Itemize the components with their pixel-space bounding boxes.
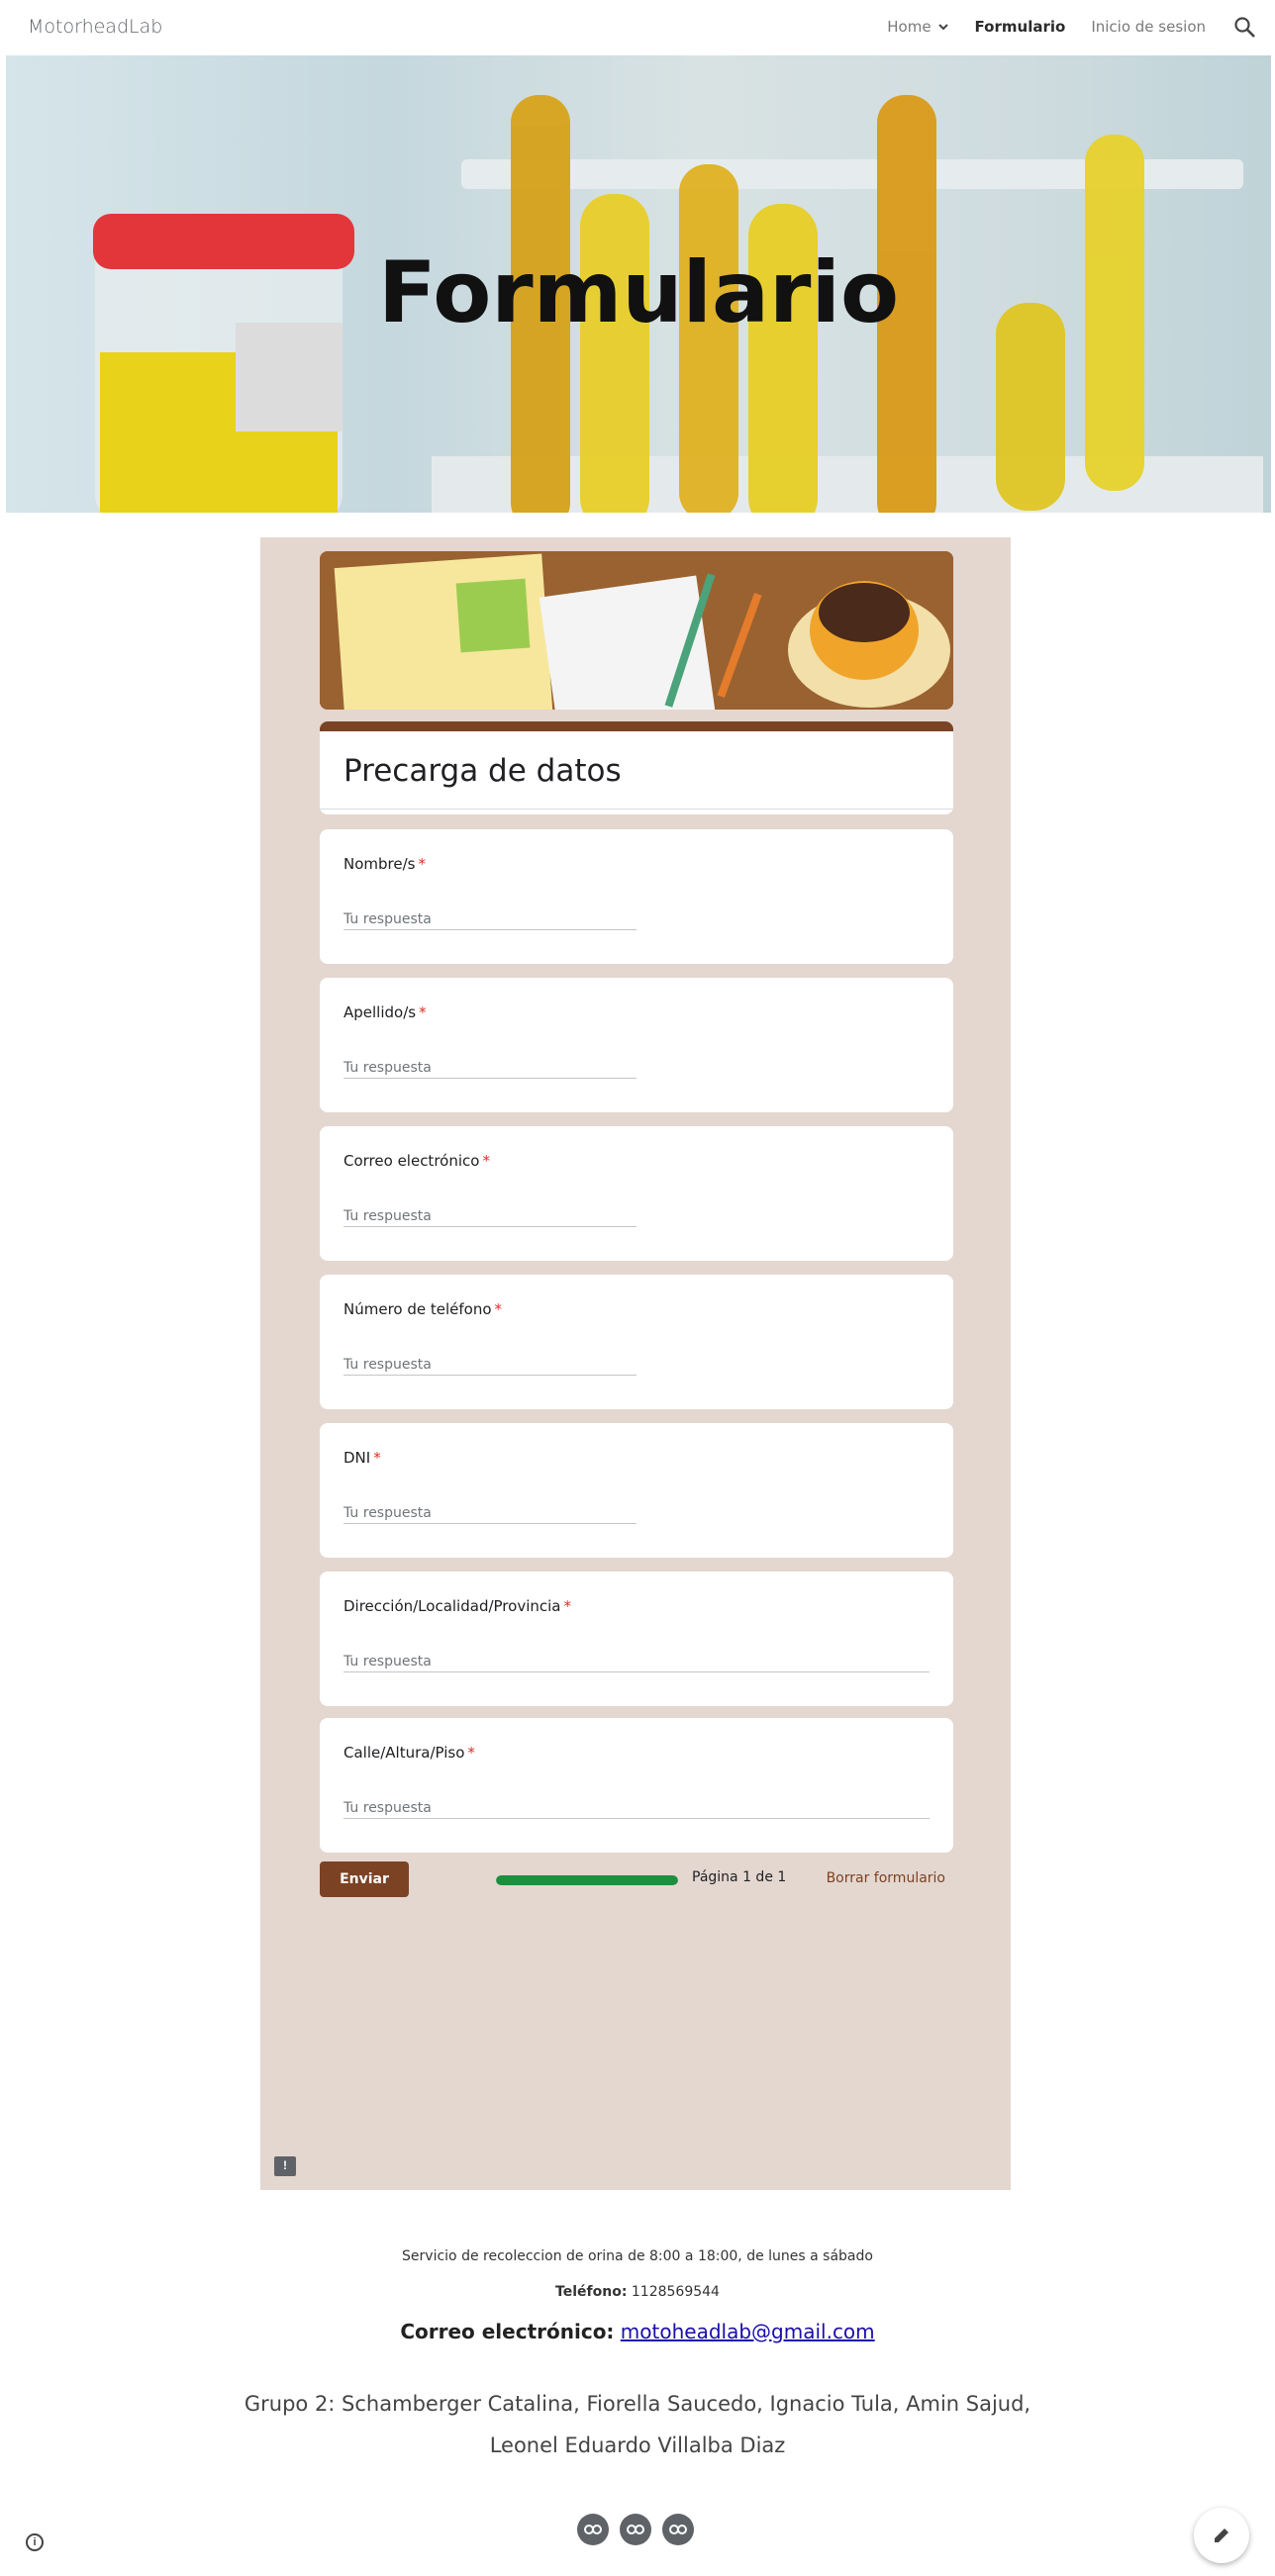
question-dni: DNI *	[320, 1423, 953, 1558]
clear-form-link[interactable]: Borrar formulario	[827, 1870, 945, 1886]
hero-banner: Formulario	[6, 55, 1271, 513]
link-icon[interactable]	[620, 2514, 651, 2545]
desk-illustration-image	[320, 551, 953, 710]
top-bar: MotorheadLab Home Formulario Inicio de s…	[0, 0, 1275, 55]
divider	[320, 809, 953, 810]
nav-menu: Home Formulario Inicio de sesion	[887, 18, 1206, 36]
required-mark: *	[494, 1300, 503, 1318]
question-label: Calle/Altura/Piso *	[343, 1744, 475, 1762]
required-mark: *	[467, 1744, 475, 1762]
form-title-card: Precarga de datos	[320, 721, 953, 814]
question-telefono: Número de teléfono *	[320, 1275, 953, 1409]
question-correo: Correo electrónico *	[320, 1126, 953, 1261]
email-link[interactable]: motoheadlab@gmail.com	[621, 2320, 875, 2343]
apellido-input[interactable]	[343, 1057, 637, 1079]
calle-input[interactable]	[343, 1797, 930, 1819]
form-actions: Enviar Página 1 de 1 Borrar formulario	[320, 1861, 953, 1899]
telefono-input[interactable]	[343, 1354, 637, 1376]
group-line-2: Leonel Eduardo Villalba Diaz	[489, 2433, 786, 2457]
link-buttons	[577, 2514, 694, 2545]
report-icon[interactable]: !	[274, 2156, 296, 2176]
link-icon[interactable]	[662, 2514, 694, 2545]
correo-input[interactable]	[343, 1205, 637, 1227]
edit-button[interactable]	[1194, 2508, 1249, 2563]
required-mark: *	[418, 855, 426, 873]
footer-phone: Teléfono: 1128569544	[0, 2284, 1275, 2300]
footer-hours: Servicio de recoleccion de orina de 8:00…	[402, 2248, 873, 2264]
footer-group: Grupo 2: Schamberger Catalina, Fiorella …	[0, 2383, 1275, 2466]
chevron-down-icon[interactable]	[937, 21, 949, 33]
info-icon[interactable]: i	[26, 2533, 44, 2551]
nav-item-formulario[interactable]: Formulario	[975, 18, 1066, 36]
required-mark: *	[563, 1597, 571, 1615]
progress-fill	[496, 1875, 678, 1885]
question-label: Dirección/Localidad/Provincia *	[343, 1597, 571, 1615]
page-title: Formulario	[377, 243, 900, 342]
question-label: Correo electrónico *	[343, 1152, 490, 1170]
required-mark: *	[373, 1449, 381, 1467]
site-title[interactable]: MotorheadLab	[28, 16, 162, 38]
question-label: Número de teléfono *	[343, 1300, 503, 1318]
nav-item-inicio-sesion[interactable]: Inicio de sesion	[1091, 18, 1206, 36]
form-title: Precarga de datos	[343, 753, 622, 789]
pencil-icon	[1215, 2528, 1228, 2542]
phone-value: 1128569544	[631, 2284, 720, 2300]
page-indicator: Página 1 de 1	[692, 1869, 787, 1885]
nombre-input[interactable]	[343, 908, 637, 930]
embedded-form: Precarga de datos Nombre/s* Apellido/s* …	[260, 537, 1011, 2190]
question-calle: Calle/Altura/Piso *	[320, 1718, 953, 1853]
phone-label: Teléfono:	[555, 2284, 628, 2300]
footer-email: Correo electrónico: motoheadlab@gmail.co…	[0, 2320, 1275, 2343]
link-icon[interactable]	[577, 2514, 609, 2545]
nav-item-home-label: Home	[887, 18, 932, 36]
nav-item-home[interactable]: Home	[887, 18, 948, 36]
question-nombre: Nombre/s *	[320, 829, 953, 964]
form-header-image	[320, 551, 953, 710]
question-label: Nombre/s *	[343, 855, 426, 873]
required-mark: *	[482, 1152, 490, 1170]
submit-button[interactable]: Enviar	[320, 1861, 409, 1897]
group-line-1: Grupo 2: Schamberger Catalina, Fiorella …	[244, 2392, 1031, 2416]
question-label: DNI *	[343, 1449, 381, 1467]
direccion-input[interactable]	[343, 1651, 930, 1672]
email-label: Correo electrónico:	[400, 2320, 615, 2343]
question-apellido: Apellido/s *	[320, 978, 953, 1112]
question-label: Apellido/s *	[343, 1003, 427, 1021]
dni-input[interactable]	[343, 1502, 637, 1524]
required-mark: *	[419, 1003, 427, 1021]
question-direccion: Dirección/Localidad/Provincia *	[320, 1572, 953, 1706]
search-icon[interactable]	[1231, 14, 1259, 42]
progress-bar	[496, 1875, 678, 1885]
